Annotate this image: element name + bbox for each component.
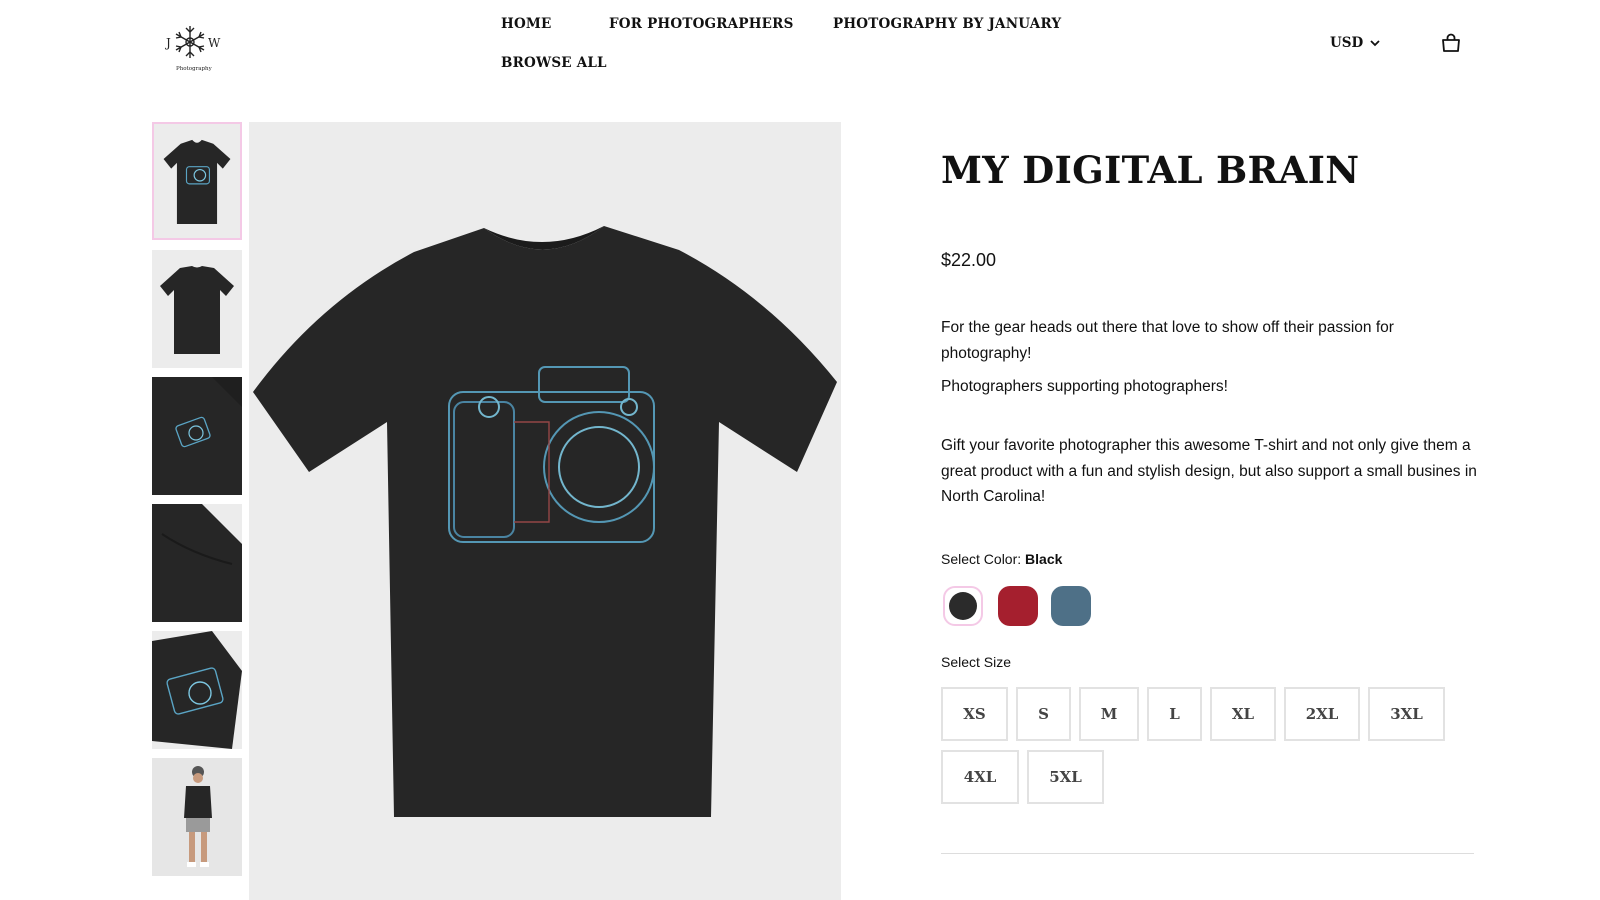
color-swatch-blue[interactable] [1051,586,1091,626]
size-option-xl[interactable]: XL [1210,687,1276,741]
cart-button[interactable] [1440,32,1462,54]
select-color-label: Select Color: Black [941,551,1063,567]
description-paragraph: Photographers supporting photographers! [941,378,1228,395]
swatch-color [1051,586,1091,626]
svg-text:W: W [208,36,221,50]
size-option-l[interactable]: L [1147,687,1202,741]
description-paragraph: Gift your favorite photographer this awe… [941,437,1477,505]
selected-color-value: Black [1025,551,1063,567]
description-paragraph: For the gear heads out there that love t… [941,319,1394,362]
size-option-4xl[interactable]: 4XL [941,750,1019,804]
color-swatch-red[interactable] [998,586,1038,626]
site-logo[interactable]: J W Photography [162,18,234,78]
color-swatch-black[interactable] [943,586,983,626]
size-option-xs[interactable]: XS [941,687,1008,741]
currency-label: USD [1330,35,1364,51]
chevron-down-icon [1370,40,1380,47]
thumbnail-model[interactable] [152,758,242,876]
thumbnail-folded-print[interactable] [152,377,242,495]
size-option-5xl[interactable]: 5XL [1027,750,1104,804]
nav-photography-by-january[interactable]: PHOTOGRAPHY BY JANUARY [833,16,1061,32]
swatch-color [998,586,1038,626]
select-size-label: Select Size [941,654,1012,670]
size-option-2xl[interactable]: 2XL [1284,687,1360,741]
product-price: $22.00 [941,250,997,270]
swatch-color [949,592,977,620]
logo-snowflake-icon: J W Photography [164,26,221,72]
nav-home[interactable]: HOME [501,16,552,32]
size-option-3xl[interactable]: 3XL [1368,687,1445,741]
main-product-image[interactable] [249,122,841,900]
svg-text:Photography: Photography [176,66,213,72]
thumbnail-print-closeup[interactable] [152,631,242,749]
thumbnail-folded-back[interactable] [152,504,242,622]
currency-selector[interactable]: USD [1330,35,1381,51]
product-title: MY DIGITAL BRAIN [941,148,1360,192]
size-option-s[interactable]: S [1016,687,1071,741]
nav-browse-all[interactable]: BROWSE ALL [501,55,607,71]
thumbnail-front[interactable] [152,122,242,240]
svg-text:J: J [164,36,171,50]
section-divider [941,853,1474,854]
shopping-bag-icon [1442,33,1460,52]
size-option-m[interactable]: M [1079,687,1139,741]
thumbnail-back[interactable] [152,250,242,368]
nav-for-photographers[interactable]: FOR PHOTOGRAPHERS [609,16,794,32]
